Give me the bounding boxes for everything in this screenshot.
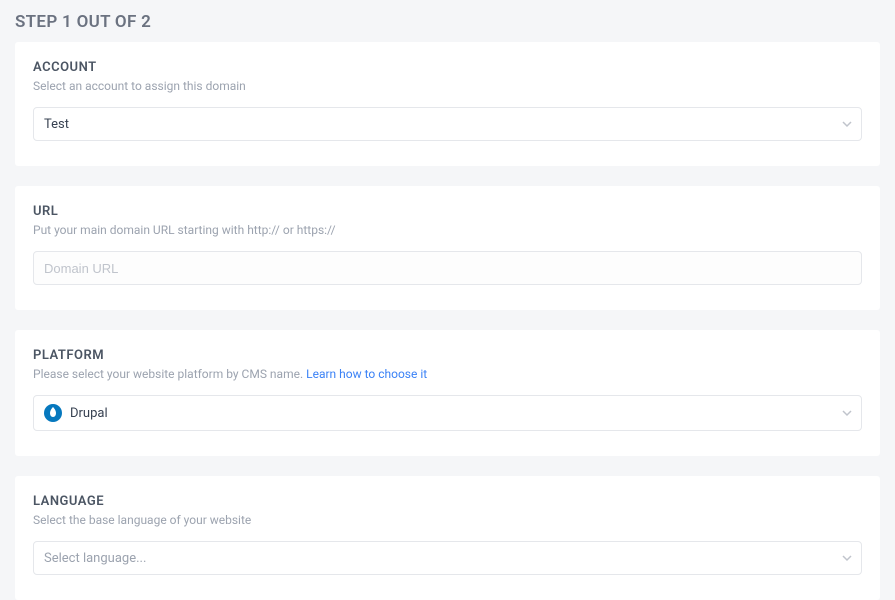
platform-card: PLATFORM Please select your website plat…: [15, 330, 880, 456]
platform-description: Please select your website platform by C…: [33, 367, 862, 381]
language-select-wrapper: Select language...: [33, 541, 862, 575]
platform-label: PLATFORM: [33, 348, 862, 363]
platform-select[interactable]: Drupal: [33, 395, 862, 431]
platform-learn-link[interactable]: Learn how to choose it: [306, 367, 427, 381]
platform-select-value: Drupal: [70, 406, 829, 421]
platform-description-text: Please select your website platform by C…: [33, 367, 306, 381]
language-label: LANGUAGE: [33, 494, 862, 509]
account-label: ACCOUNT: [33, 60, 862, 75]
account-description: Select an account to assign this domain: [33, 79, 862, 93]
platform-select-wrapper: Drupal: [33, 395, 862, 431]
account-select-wrapper: Test: [33, 107, 862, 141]
account-select[interactable]: Test: [33, 107, 862, 141]
language-select[interactable]: Select language...: [33, 541, 862, 575]
url-label: URL: [33, 204, 862, 219]
language-description: Select the base language of your website: [33, 513, 862, 527]
url-description: Put your main domain URL starting with h…: [33, 223, 862, 237]
account-card: ACCOUNT Select an account to assign this…: [15, 42, 880, 166]
language-card: LANGUAGE Select the base language of you…: [15, 476, 880, 600]
drupal-icon: [44, 404, 62, 422]
language-select-placeholder: Select language...: [44, 551, 829, 566]
url-input[interactable]: [33, 251, 862, 285]
page-title: STEP 1 OUT OF 2: [0, 0, 895, 42]
url-card: URL Put your main domain URL starting wi…: [15, 186, 880, 310]
account-select-value: Test: [44, 117, 829, 132]
